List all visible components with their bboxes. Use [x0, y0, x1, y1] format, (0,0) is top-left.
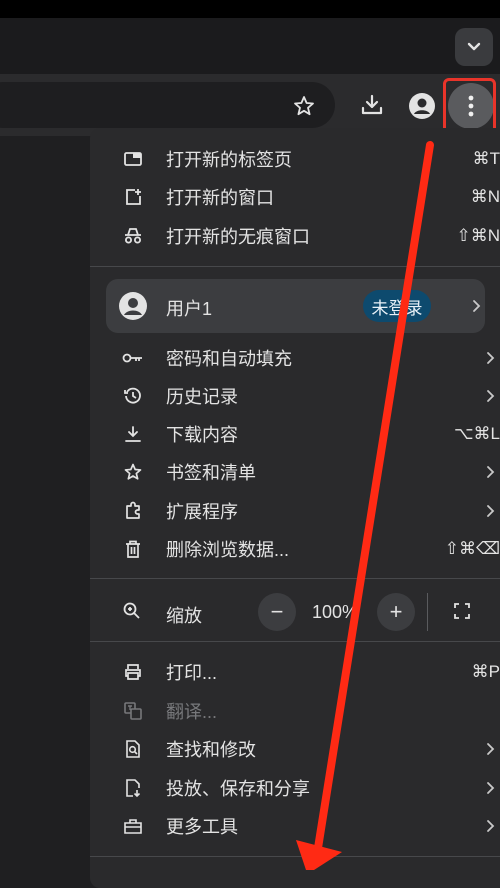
signin-status-badge: 未登录	[363, 290, 431, 322]
zoom-label: 缩放	[166, 606, 202, 626]
download-icon[interactable]	[355, 88, 389, 122]
menu-divider	[90, 856, 500, 857]
incognito-icon	[122, 225, 144, 247]
menu-item-new-tab[interactable]: 打开新的标签页 ⌘T	[90, 140, 500, 178]
menu-item-new-incognito[interactable]: 打开新的无痕窗口 ⇧⌘N	[90, 217, 500, 255]
key-icon	[122, 347, 144, 369]
menu-item-label: 扩展程序	[166, 502, 238, 522]
profile-avatar-icon[interactable]	[406, 90, 438, 122]
menu-item-find-edit[interactable]: 查找和修改	[90, 730, 500, 768]
menu-item-clear-data[interactable]: 删除浏览数据... ⇧⌘⌫	[90, 530, 500, 568]
zoom-out-button[interactable]: −	[258, 593, 296, 631]
printer-icon	[122, 661, 144, 683]
menu-item-print[interactable]: 打印... ⌘P	[90, 653, 500, 691]
zoom-in-button[interactable]: +	[377, 593, 415, 631]
chevron-right-icon	[486, 504, 496, 518]
trash-icon	[122, 538, 144, 560]
chevron-right-icon	[486, 781, 496, 795]
menu-item-extensions[interactable]: 扩展程序	[90, 492, 500, 530]
tab-search-button[interactable]	[455, 28, 493, 66]
menu-item-label: 翻译...	[166, 702, 218, 722]
chrome-main-menu: 打开新的标签页 ⌘T 打开新的窗口 ⌘N 打开新的无痕窗口 ⇧⌘N 用户1 未登…	[90, 128, 500, 888]
toolbox-icon	[122, 815, 144, 837]
puzzle-icon	[122, 500, 144, 522]
menu-divider	[90, 578, 500, 579]
chevron-right-icon	[486, 389, 496, 403]
menu-divider	[90, 266, 500, 267]
menu-item-label: 书签和清单	[166, 463, 256, 483]
tab-bar	[0, 18, 500, 74]
top-black-strip	[0, 0, 500, 18]
address-bar[interactable]	[0, 82, 335, 128]
profile-name: 用户1	[166, 299, 213, 319]
menu-item-cast-save-share[interactable]: 投放、保存和分享	[90, 769, 500, 807]
menu-item-label: 打印...	[166, 663, 218, 683]
shortcut: ⌘P	[471, 662, 500, 681]
new-tab-icon	[122, 148, 144, 170]
menu-item-bookmarks[interactable]: 书签和清单	[90, 453, 500, 491]
translate-icon	[122, 700, 144, 722]
fullscreen-icon[interactable]	[452, 601, 474, 623]
find-page-icon	[122, 738, 144, 760]
save-share-icon	[122, 777, 144, 799]
zoom-level: 100%	[312, 602, 359, 622]
menu-item-new-window[interactable]: 打开新的窗口 ⌘N	[90, 178, 500, 216]
shortcut: ⌘T	[472, 149, 500, 168]
menu-item-more-tools[interactable]: 更多工具	[90, 807, 500, 845]
menu-divider	[90, 641, 500, 642]
menu-item-label: 打开新的无痕窗口	[166, 227, 310, 247]
menu-item-label: 投放、保存和分享	[166, 779, 310, 799]
menu-item-translate: 翻译...	[90, 692, 500, 730]
profile-avatar-icon	[118, 291, 148, 321]
chevron-right-icon	[486, 465, 496, 479]
shortcut: ⇧⌘N	[456, 226, 500, 245]
menu-item-label: 打开新的标签页	[166, 150, 292, 170]
zoom-row: 缩放 − 100% +	[90, 591, 500, 633]
menu-item-profile[interactable]: 用户1 未登录	[106, 279, 485, 333]
menu-item-label: 历史记录	[166, 387, 238, 407]
menu-item-passwords[interactable]: 密码和自动填充	[90, 339, 500, 377]
download-icon	[122, 423, 144, 445]
menu-item-label: 更多工具	[166, 817, 238, 837]
menu-item-label: 删除浏览数据...	[166, 540, 290, 560]
chevron-down-icon	[467, 42, 481, 51]
shortcut: ⌥⌘L	[453, 424, 500, 443]
star-icon	[122, 461, 144, 483]
menu-item-downloads[interactable]: 下载内容 ⌥⌘L	[90, 415, 500, 453]
menu-item-label: 打开新的窗口	[166, 188, 274, 208]
chevron-right-icon	[472, 299, 482, 318]
shortcut: ⇧⌘⌫	[444, 539, 500, 558]
bookmark-star-icon[interactable]	[288, 90, 320, 122]
chevron-right-icon	[486, 742, 496, 756]
chevron-right-icon	[486, 819, 496, 833]
zoom-separator	[427, 593, 428, 631]
menu-item-label: 下载内容	[166, 425, 238, 445]
menu-item-label: 查找和修改	[166, 740, 256, 760]
menu-item-label: 密码和自动填充	[166, 349, 292, 369]
menu-item-history[interactable]: 历史记录	[90, 377, 500, 415]
new-window-icon	[122, 186, 144, 208]
zoom-icon	[122, 601, 144, 623]
history-icon	[122, 385, 144, 407]
shortcut: ⌘N	[470, 187, 500, 206]
chevron-right-icon	[486, 351, 496, 365]
